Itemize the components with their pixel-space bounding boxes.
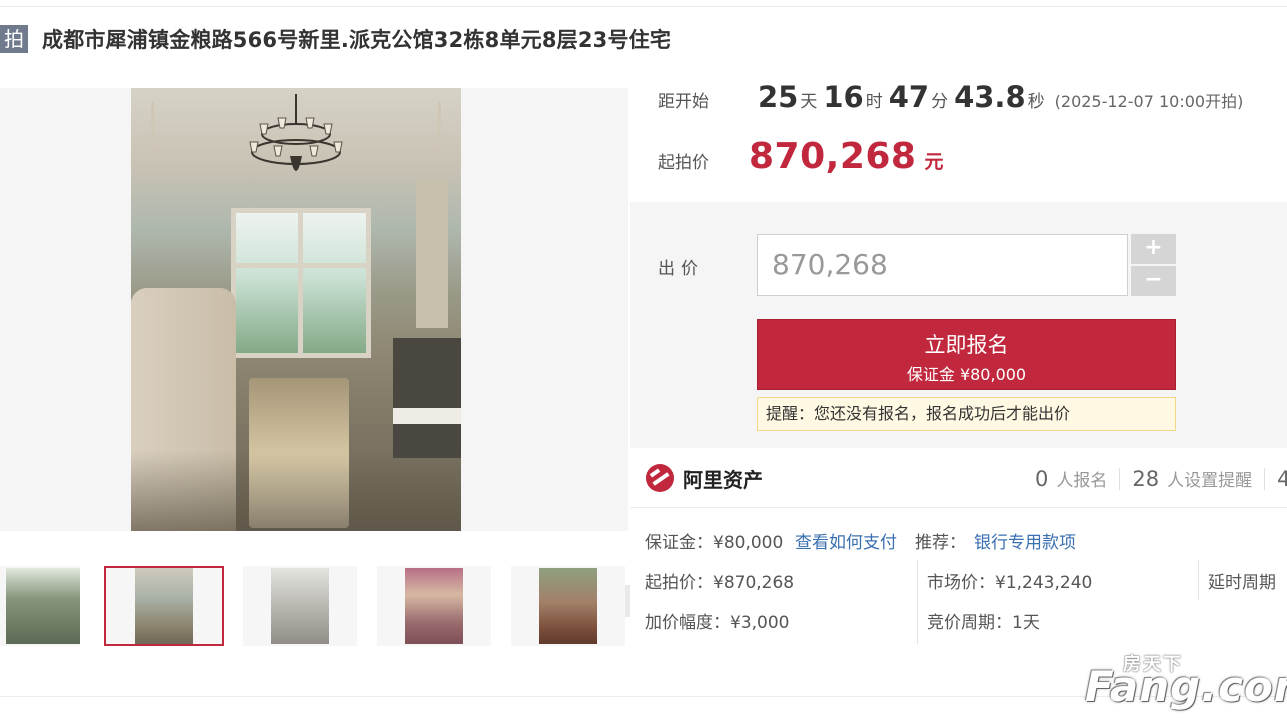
auction-start-time: (2025-12-07 10:00开拍) (1054, 92, 1244, 111)
ali-assets-logo-icon (646, 464, 674, 492)
bid-panel: 出价 870,268 + − 立即报名 保证金 ¥80,000 提醒：您还没有报… (630, 202, 1287, 448)
details-divider (917, 560, 918, 644)
watermark-logo-text: Fang.com (1085, 662, 1287, 711)
bid-label: 出价 (658, 259, 704, 279)
thumbnail-bedroom-2[interactable] (511, 566, 625, 646)
stat-divider (1264, 467, 1266, 490)
top-divider (0, 6, 1287, 7)
recommend-label: 推荐： (915, 533, 966, 553)
days-unit: 天 (800, 92, 818, 112)
start-price-row: 起拍价 870,268 元 (658, 136, 943, 177)
hours-unit: 时 (865, 92, 883, 112)
platform-row: 阿里资产 0 人报名 28 人设置提醒 4 (630, 450, 1287, 508)
bid-amount-input[interactable]: 870,268 (757, 234, 1128, 296)
how-to-pay-link[interactable]: 查看如何支付 (795, 528, 897, 553)
countdown-seconds: 43.8 (954, 80, 1026, 114)
register-button-label: 立即报名 (924, 333, 1009, 357)
bid-increment-info: 加价幅度：¥3,000 (645, 613, 790, 633)
stat-divider (1119, 467, 1121, 490)
thumbnail-living-room[interactable] (104, 566, 224, 646)
countdown: 距开始 25 天 16 时 47 分 43.8 秒 (2025-12-07 10… (658, 80, 1243, 120)
thumbnail-bathroom[interactable] (243, 566, 357, 646)
reminder-count: 28 (1132, 467, 1160, 491)
minutes-unit: 分 (931, 92, 949, 112)
registered-count: 0 (1035, 467, 1049, 491)
start-price-info: 起拍价：¥870,268 (645, 573, 795, 593)
countdown-minutes: 47 (888, 80, 930, 114)
reminder-text: 人设置提醒 (1167, 471, 1253, 491)
auction-details: 保证金：¥80,000 查看如何支付 推荐： 银行专用款项 起拍价：¥870,2… (645, 524, 1287, 644)
delay-period-info: 延时周期 (1208, 573, 1276, 593)
seconds-unit: 秒 (1027, 92, 1045, 112)
bank-account-link[interactable]: 银行专用款项 (974, 528, 1076, 553)
fang-watermark: 房天下 Fang.com (1085, 650, 1287, 711)
increase-bid-button[interactable]: + (1131, 234, 1176, 264)
countdown-label: 距开始 (658, 92, 709, 112)
countdown-days: 25 (758, 80, 799, 114)
auction-tag-badge: 拍 (0, 25, 28, 53)
chandelier-illustration (249, 94, 343, 171)
decrease-bid-button[interactable]: − (1131, 266, 1176, 296)
start-price-value: 870,268 (749, 136, 917, 177)
start-price-label: 起拍价 (658, 153, 709, 173)
thumbnail-bedroom[interactable] (377, 566, 491, 646)
platform-name: 阿里资产 (683, 468, 763, 492)
third-stat-count: 4 (1277, 467, 1287, 491)
auction-detail-page: 拍 成都市犀浦镇金粮路566号新里.派克公馆32栋8单元8层23号住宅 距开始 … (0, 0, 1287, 722)
living-room-photo (131, 88, 461, 531)
deposit-info: 保证金：¥80,000 (645, 533, 784, 553)
thumbnail-exterior[interactable] (0, 566, 80, 646)
register-now-button[interactable]: 立即报名 保证金 ¥80,000 (757, 319, 1176, 390)
market-price-info: 市场价：¥1,243,240 (927, 573, 1093, 593)
thumbnail-strip (0, 566, 628, 646)
main-image-viewer[interactable] (0, 88, 630, 617)
start-price-unit: 元 (924, 151, 944, 173)
registered-text: 人报名 (1056, 471, 1108, 491)
title-row: 拍 成都市犀浦镇金粮路566号新里.派克公馆32栋8单元8层23号住宅 (0, 24, 671, 54)
bidding-period-info: 竞价周期：1天 (927, 613, 1040, 633)
details-divider (1198, 560, 1199, 600)
participation-stats: 0 人报名 28 人设置提醒 4 (1035, 466, 1287, 491)
listing-title: 成都市犀浦镇金粮路566号新里.派克公馆32栋8单元8层23号住宅 (42, 28, 672, 52)
countdown-hours: 16 (823, 80, 864, 114)
register-deposit-label: 保证金 ¥80,000 (906, 365, 1027, 384)
bid-stepper: + − (1131, 234, 1176, 296)
registration-reminder: 提醒：您还没有报名，报名成功后才能出价 (757, 397, 1176, 431)
